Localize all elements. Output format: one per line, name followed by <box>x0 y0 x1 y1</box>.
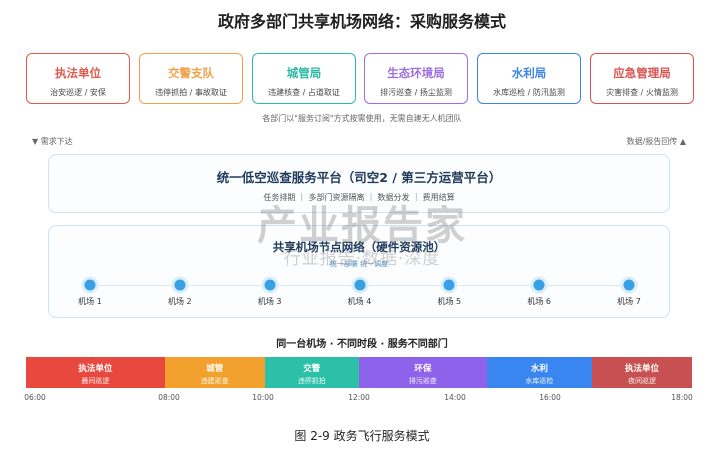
airport-node <box>623 279 635 291</box>
department-card: 城管局违建核查 / 占道取证 <box>252 53 356 104</box>
schedule-segment: 执法单位 夜间巡逻 <box>592 357 692 388</box>
airport-node <box>174 279 186 291</box>
schedule-segment: 水利 水库巡检 <box>486 357 593 388</box>
time-tick-label: 16:00 <box>539 393 561 402</box>
department-duties: 违停抓拍 / 事故取证 <box>155 88 227 97</box>
department-duties: 水库巡检 / 防汛监测 <box>493 88 565 97</box>
department-card: 生态环境局排污巡查 / 扬尘监测 <box>364 53 468 104</box>
segment-task: 排污巡查 <box>408 377 437 385</box>
department-name: 城管局 <box>286 66 322 80</box>
diagram-title: 政府多部门共享机场网络：采购服务模式 <box>217 12 506 31</box>
airport-node <box>84 279 96 291</box>
airport-network-box: 共享机场节点网络（硬件资源池） 统一部署 统一调度 机场 1 机场 2 机场 3 机场… <box>48 225 670 318</box>
platform-functions: 任务排期 ｜ 多部门资源隔离 ｜ 数据分发 ｜ 费用结算 <box>263 193 455 202</box>
segment-department: 环保 <box>414 364 432 374</box>
return-label: 数据/报告回传 ▲ <box>626 137 686 146</box>
airport-label: 机场 3 <box>257 297 282 306</box>
network-subtitle: 统一部署 统一调度 <box>329 260 389 268</box>
airport-node <box>264 279 276 291</box>
time-tick-label: 08:00 <box>158 393 180 402</box>
subscription-note: 各部门以"服务订阅"方式按需使用，无需自建无人机团队 <box>262 114 462 123</box>
department-name: 水利局 <box>511 66 547 80</box>
schedule-segment: 交警 违停抓拍 <box>264 357 359 388</box>
figure-caption: 图 2-9 政务飞行服务模式 <box>294 429 430 443</box>
service-platform-box: 统一低空巡查服务平台（司空2 / 第三方运营平台） 任务排期 ｜ 多部门资源隔离… <box>48 154 670 213</box>
schedule-segment: 环保 排污巡查 <box>359 357 487 388</box>
airport-label: 机场 5 <box>437 297 462 306</box>
segment-department: 城管 <box>206 364 224 374</box>
airport-node <box>354 279 365 291</box>
airport-label: 机场 1 <box>78 297 102 306</box>
department-card: 应急管理局灾害排查 / 火情监测 <box>590 53 694 104</box>
segment-task: 违停抓拍 <box>297 377 326 385</box>
time-tick-label: 12:00 <box>348 393 370 402</box>
airport-node <box>533 279 545 291</box>
time-tick-label: 18:00 <box>671 393 693 402</box>
platform-title: 统一低空巡查服务平台（司空2 / 第三方运营平台） <box>216 170 502 185</box>
department-duties: 违建核查 / 占道取证 <box>268 88 340 97</box>
schedule-title: 同一台机场 · 不同时段 · 服务不同部门 <box>276 339 448 350</box>
department-card: 交警支队违停抓拍 / 事故取证 <box>139 53 243 104</box>
department-name: 执法单位 <box>55 66 101 80</box>
airport-label: 机场 2 <box>168 297 192 306</box>
segment-task: 晨间巡逻 <box>81 377 110 385</box>
segment-task: 夜间巡逻 <box>628 377 657 385</box>
schedule-segment: 城管 违建巡查 <box>164 357 265 388</box>
segment-department: 水利 <box>530 364 548 374</box>
airport-label: 机场 6 <box>527 297 551 306</box>
segment-department: 交警 <box>303 364 321 374</box>
department-duties: 治安巡逻 / 安保 <box>50 88 106 97</box>
department-duties: 排污巡查 / 扬尘监测 <box>380 88 452 97</box>
airport-label: 机场 4 <box>347 297 372 306</box>
airport-label: 机场 7 <box>617 297 641 306</box>
department-name: 生态环境局 <box>387 66 445 80</box>
network-title: 共享机场节点网络（硬件资源池） <box>272 240 446 254</box>
demand-label: ▼ 需求下达 <box>32 137 73 146</box>
segment-task: 违建巡查 <box>200 377 229 385</box>
segment-task: 水库巡检 <box>525 377 554 385</box>
department-name: 交警支队 <box>168 66 214 80</box>
time-tick-label: 06:00 <box>24 393 46 402</box>
segment-department: 执法单位 <box>625 364 660 374</box>
department-name: 应急管理局 <box>613 66 671 80</box>
time-tick-label: 14:00 <box>444 393 466 402</box>
segment-department: 执法单位 <box>78 364 113 374</box>
time-tick-label: 10:00 <box>252 393 274 402</box>
department-card: 水利局水库巡检 / 防汛监测 <box>477 53 581 104</box>
department-duties: 灾害排查 / 火情监测 <box>606 88 678 97</box>
airport-node <box>443 279 455 291</box>
department-card: 执法单位治安巡逻 / 安保 <box>26 53 130 104</box>
schedule-segment: 执法单位 晨间巡逻 <box>26 357 165 388</box>
